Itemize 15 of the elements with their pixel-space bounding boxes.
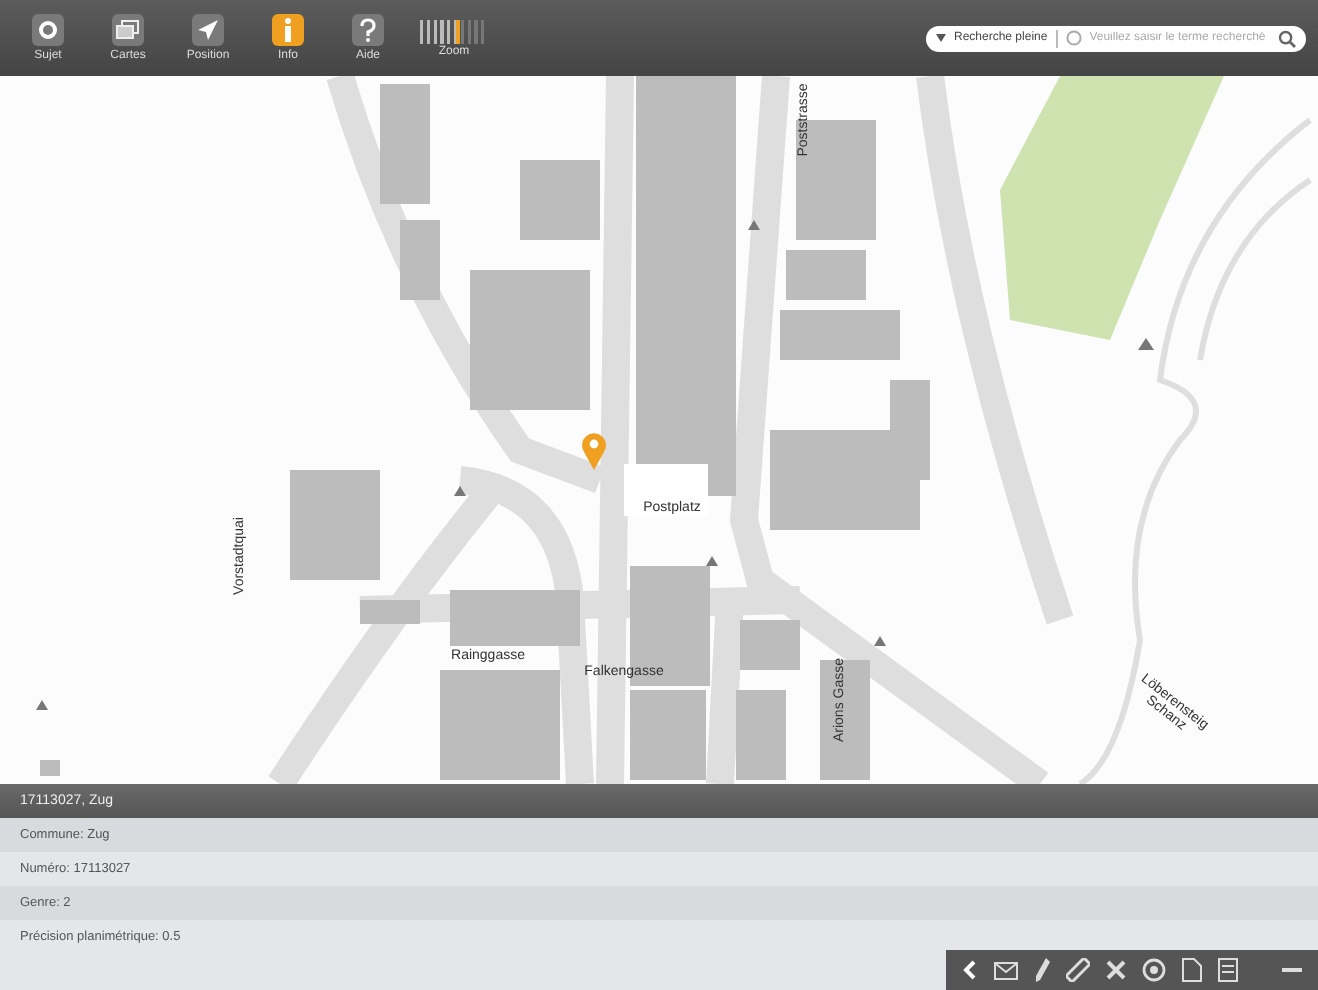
close-icon[interactable] (1106, 960, 1126, 980)
envelope-icon[interactable] (994, 960, 1018, 980)
chevron-left-icon[interactable] (962, 960, 978, 980)
location-arrow-icon (192, 14, 224, 46)
search-icon[interactable] (1278, 29, 1296, 47)
pencil-icon[interactable] (1034, 958, 1050, 982)
minimize-icon[interactable] (1282, 967, 1302, 973)
info-icon (272, 14, 304, 46)
zoom-slider[interactable] (420, 19, 488, 43)
print-icon[interactable] (1218, 958, 1238, 982)
layers-icon (112, 14, 144, 46)
caret-icon (936, 34, 946, 42)
target-icon[interactable] (1142, 958, 1166, 982)
ruler-icon[interactable] (1066, 958, 1090, 982)
document-icon[interactable] (1182, 958, 1202, 982)
